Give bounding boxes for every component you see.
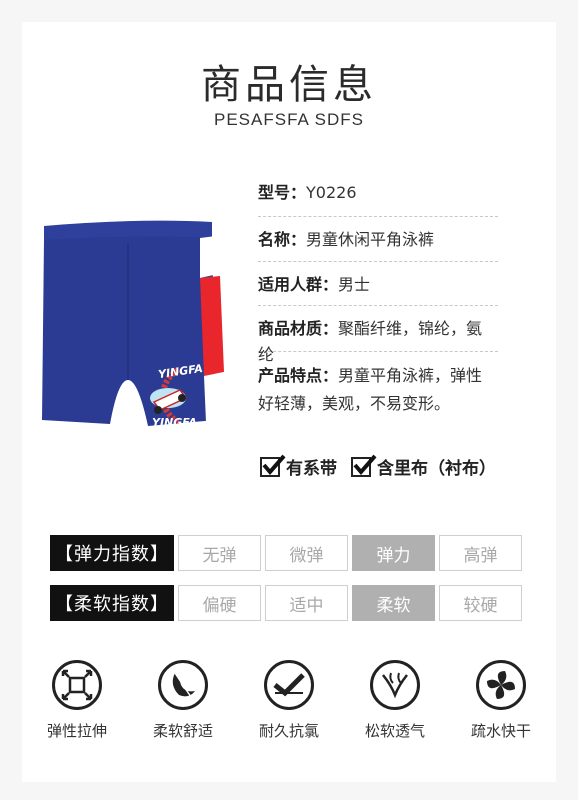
feature-breathable: 松软透气 xyxy=(345,660,445,741)
softness-option: 较硬 xyxy=(439,585,522,621)
check-options: 有系带 含里布（衬布） xyxy=(260,454,496,479)
quick-dry-icon xyxy=(476,660,526,710)
softness-option-selected: 柔软 xyxy=(352,585,435,621)
softness-option: 偏硬 xyxy=(178,585,261,621)
page-subtitle: PESAFSFA SDFS xyxy=(214,110,364,129)
feature-label: 耐久抗氯 xyxy=(258,722,319,740)
spec-row-name: 名称：男童休闲平角泳裤 xyxy=(258,217,498,262)
elasticity-option: 高弹 xyxy=(439,535,522,571)
feature-quick-dry: 疏水快干 xyxy=(451,660,551,741)
feature-list: 弹性拉伸 柔软舒适 耐久抗氯 松软透气 疏水快干 xyxy=(24,660,554,741)
feature-soft: 柔软舒适 xyxy=(133,660,233,741)
page-title: 商品信息 xyxy=(201,62,377,108)
elasticity-option: 无弹 xyxy=(178,535,261,571)
spec-key: 产品特点： xyxy=(258,366,339,385)
spec-row-features: 产品特点：男童平角泳裤，弹性好轻薄，美观，不易变形。 xyxy=(258,352,498,430)
softness-option: 适中 xyxy=(265,585,348,621)
spec-value: 男士 xyxy=(338,275,371,294)
spec-key: 型号： xyxy=(258,183,307,202)
feature-label: 松软透气 xyxy=(364,722,425,740)
check-label: 含里布（衬布） xyxy=(377,459,496,479)
product-image: YINGFA YINGFA xyxy=(40,220,240,445)
spec-value: 男童休闲平角泳裤 xyxy=(306,230,435,249)
check-lining: 含里布（衬布） xyxy=(351,454,496,479)
checkmark-icon xyxy=(351,454,377,477)
spec-list: 型号：Y0226 名称：男童休闲平角泳裤 适用人群：男士 商品材质：聚酯纤维，锦… xyxy=(258,175,498,430)
feature-label: 弹性拉伸 xyxy=(46,722,107,740)
durable-icon xyxy=(264,660,314,710)
check-drawstring: 有系带 xyxy=(260,454,337,479)
spec-row-model: 型号：Y0226 xyxy=(258,175,498,217)
feather-icon xyxy=(158,660,208,710)
feature-stretch: 弹性拉伸 xyxy=(27,660,127,741)
elasticity-option: 微弹 xyxy=(265,535,348,571)
stretch-icon xyxy=(52,660,102,710)
elasticity-index: 【弹力指数】 无弹 微弹 弹力 高弹 xyxy=(50,535,522,571)
spec-row-audience: 适用人群：男士 xyxy=(258,262,498,306)
softness-label: 【柔软指数】 xyxy=(50,585,174,621)
spec-key: 名称： xyxy=(258,230,307,249)
print-text-bottom: YINGFA xyxy=(152,416,197,429)
elasticity-label: 【弹力指数】 xyxy=(50,535,174,571)
softness-index: 【柔软指数】 偏硬 适中 柔软 较硬 xyxy=(50,585,522,621)
feature-durable: 耐久抗氯 xyxy=(239,660,339,741)
checkmark-icon xyxy=(260,454,286,477)
spec-value: Y0226 xyxy=(306,183,357,202)
elasticity-option-selected: 弹力 xyxy=(352,535,435,571)
feature-label: 疏水快干 xyxy=(470,722,531,740)
spec-row-material: 商品材质：聚酯纤维，锦纶，氨纶 xyxy=(258,306,498,364)
spec-key: 适用人群： xyxy=(258,275,339,294)
check-label: 有系带 xyxy=(286,459,337,479)
spec-key: 商品材质： xyxy=(258,319,339,338)
breathable-icon xyxy=(370,660,420,710)
feature-label: 柔软舒适 xyxy=(152,722,213,740)
